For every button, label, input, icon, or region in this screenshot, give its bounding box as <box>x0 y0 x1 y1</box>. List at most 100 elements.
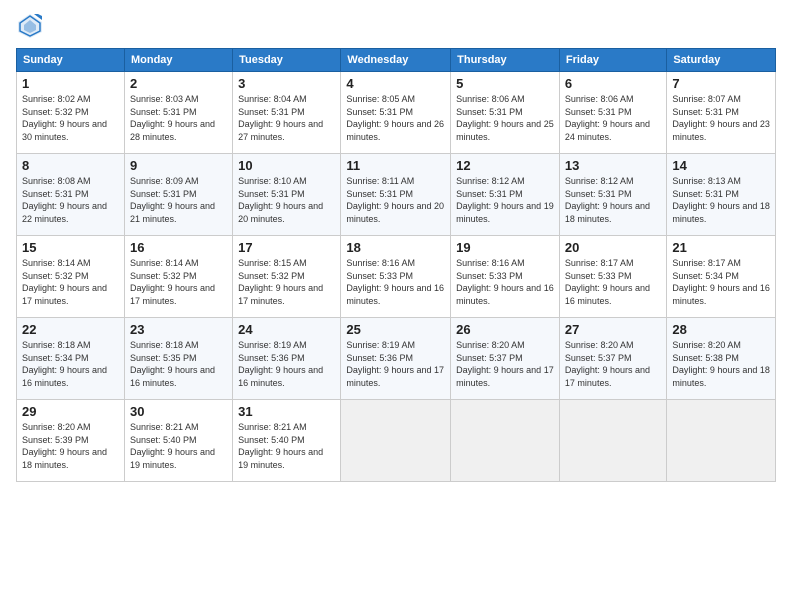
day-info: Sunrise: 8:08 AMSunset: 5:31 PMDaylight:… <box>22 176 107 224</box>
day-info: Sunrise: 8:10 AMSunset: 5:31 PMDaylight:… <box>238 176 323 224</box>
calendar-header-thursday: Thursday <box>451 49 560 72</box>
calendar-day-8: 8 Sunrise: 8:08 AMSunset: 5:31 PMDayligh… <box>17 154 125 236</box>
day-info: Sunrise: 8:16 AMSunset: 5:33 PMDaylight:… <box>456 258 554 306</box>
day-number: 15 <box>22 240 119 255</box>
calendar-day-12: 12 Sunrise: 8:12 AMSunset: 5:31 PMDaylig… <box>451 154 560 236</box>
day-number: 31 <box>238 404 335 419</box>
calendar-day-4: 4 Sunrise: 8:05 AMSunset: 5:31 PMDayligh… <box>341 72 451 154</box>
day-info: Sunrise: 8:19 AMSunset: 5:36 PMDaylight:… <box>238 340 323 388</box>
calendar-header-friday: Friday <box>559 49 666 72</box>
day-info: Sunrise: 8:02 AMSunset: 5:32 PMDaylight:… <box>22 94 107 142</box>
day-number: 28 <box>672 322 770 337</box>
day-number: 9 <box>130 158 227 173</box>
day-info: Sunrise: 8:03 AMSunset: 5:31 PMDaylight:… <box>130 94 215 142</box>
calendar-day-9: 9 Sunrise: 8:09 AMSunset: 5:31 PMDayligh… <box>124 154 232 236</box>
calendar-empty-cell <box>451 400 560 482</box>
day-info: Sunrise: 8:09 AMSunset: 5:31 PMDaylight:… <box>130 176 215 224</box>
day-info: Sunrise: 8:11 AMSunset: 5:31 PMDaylight:… <box>346 176 444 224</box>
header <box>16 12 776 40</box>
calendar-day-19: 19 Sunrise: 8:16 AMSunset: 5:33 PMDaylig… <box>451 236 560 318</box>
calendar-day-15: 15 Sunrise: 8:14 AMSunset: 5:32 PMDaylig… <box>17 236 125 318</box>
day-info: Sunrise: 8:12 AMSunset: 5:31 PMDaylight:… <box>456 176 554 224</box>
calendar-empty-cell <box>559 400 666 482</box>
day-info: Sunrise: 8:14 AMSunset: 5:32 PMDaylight:… <box>22 258 107 306</box>
day-info: Sunrise: 8:18 AMSunset: 5:35 PMDaylight:… <box>130 340 215 388</box>
day-number: 26 <box>456 322 554 337</box>
day-info: Sunrise: 8:07 AMSunset: 5:31 PMDaylight:… <box>672 94 770 142</box>
calendar-day-22: 22 Sunrise: 8:18 AMSunset: 5:34 PMDaylig… <box>17 318 125 400</box>
calendar-day-16: 16 Sunrise: 8:14 AMSunset: 5:32 PMDaylig… <box>124 236 232 318</box>
logo <box>16 12 48 40</box>
day-info: Sunrise: 8:14 AMSunset: 5:32 PMDaylight:… <box>130 258 215 306</box>
calendar-day-23: 23 Sunrise: 8:18 AMSunset: 5:35 PMDaylig… <box>124 318 232 400</box>
day-info: Sunrise: 8:12 AMSunset: 5:31 PMDaylight:… <box>565 176 650 224</box>
day-number: 16 <box>130 240 227 255</box>
calendar-day-31: 31 Sunrise: 8:21 AMSunset: 5:40 PMDaylig… <box>233 400 341 482</box>
calendar-day-17: 17 Sunrise: 8:15 AMSunset: 5:32 PMDaylig… <box>233 236 341 318</box>
calendar-day-26: 26 Sunrise: 8:20 AMSunset: 5:37 PMDaylig… <box>451 318 560 400</box>
day-info: Sunrise: 8:18 AMSunset: 5:34 PMDaylight:… <box>22 340 107 388</box>
calendar-week-2: 8 Sunrise: 8:08 AMSunset: 5:31 PMDayligh… <box>17 154 776 236</box>
day-number: 29 <box>22 404 119 419</box>
day-number: 19 <box>456 240 554 255</box>
day-number: 13 <box>565 158 661 173</box>
calendar-header-wednesday: Wednesday <box>341 49 451 72</box>
calendar-day-18: 18 Sunrise: 8:16 AMSunset: 5:33 PMDaylig… <box>341 236 451 318</box>
day-number: 12 <box>456 158 554 173</box>
day-info: Sunrise: 8:15 AMSunset: 5:32 PMDaylight:… <box>238 258 323 306</box>
day-number: 1 <box>22 76 119 91</box>
calendar-header-sunday: Sunday <box>17 49 125 72</box>
day-number: 7 <box>672 76 770 91</box>
calendar-day-1: 1 Sunrise: 8:02 AMSunset: 5:32 PMDayligh… <box>17 72 125 154</box>
calendar-day-30: 30 Sunrise: 8:21 AMSunset: 5:40 PMDaylig… <box>124 400 232 482</box>
calendar-day-3: 3 Sunrise: 8:04 AMSunset: 5:31 PMDayligh… <box>233 72 341 154</box>
day-number: 10 <box>238 158 335 173</box>
calendar-header-saturday: Saturday <box>667 49 776 72</box>
day-number: 22 <box>22 322 119 337</box>
day-info: Sunrise: 8:06 AMSunset: 5:31 PMDaylight:… <box>565 94 650 142</box>
day-number: 6 <box>565 76 661 91</box>
calendar-day-10: 10 Sunrise: 8:10 AMSunset: 5:31 PMDaylig… <box>233 154 341 236</box>
logo-icon <box>16 12 44 40</box>
day-info: Sunrise: 8:20 AMSunset: 5:37 PMDaylight:… <box>565 340 650 388</box>
calendar-header-row: SundayMondayTuesdayWednesdayThursdayFrid… <box>17 49 776 72</box>
calendar-week-3: 15 Sunrise: 8:14 AMSunset: 5:32 PMDaylig… <box>17 236 776 318</box>
calendar-day-14: 14 Sunrise: 8:13 AMSunset: 5:31 PMDaylig… <box>667 154 776 236</box>
day-info: Sunrise: 8:21 AMSunset: 5:40 PMDaylight:… <box>130 422 215 470</box>
calendar-day-13: 13 Sunrise: 8:12 AMSunset: 5:31 PMDaylig… <box>559 154 666 236</box>
day-number: 14 <box>672 158 770 173</box>
page-container: SundayMondayTuesdayWednesdayThursdayFrid… <box>0 0 792 490</box>
day-info: Sunrise: 8:20 AMSunset: 5:38 PMDaylight:… <box>672 340 770 388</box>
calendar-day-6: 6 Sunrise: 8:06 AMSunset: 5:31 PMDayligh… <box>559 72 666 154</box>
day-number: 2 <box>130 76 227 91</box>
calendar-day-25: 25 Sunrise: 8:19 AMSunset: 5:36 PMDaylig… <box>341 318 451 400</box>
day-info: Sunrise: 8:16 AMSunset: 5:33 PMDaylight:… <box>346 258 444 306</box>
day-number: 4 <box>346 76 445 91</box>
day-number: 3 <box>238 76 335 91</box>
calendar-empty-cell <box>341 400 451 482</box>
day-number: 17 <box>238 240 335 255</box>
calendar-header-tuesday: Tuesday <box>233 49 341 72</box>
calendar-day-27: 27 Sunrise: 8:20 AMSunset: 5:37 PMDaylig… <box>559 318 666 400</box>
day-number: 5 <box>456 76 554 91</box>
calendar-day-24: 24 Sunrise: 8:19 AMSunset: 5:36 PMDaylig… <box>233 318 341 400</box>
day-number: 27 <box>565 322 661 337</box>
day-number: 11 <box>346 158 445 173</box>
day-number: 18 <box>346 240 445 255</box>
calendar-empty-cell <box>667 400 776 482</box>
day-number: 8 <box>22 158 119 173</box>
day-number: 23 <box>130 322 227 337</box>
day-info: Sunrise: 8:05 AMSunset: 5:31 PMDaylight:… <box>346 94 444 142</box>
calendar-day-7: 7 Sunrise: 8:07 AMSunset: 5:31 PMDayligh… <box>667 72 776 154</box>
calendar-week-1: 1 Sunrise: 8:02 AMSunset: 5:32 PMDayligh… <box>17 72 776 154</box>
calendar-day-11: 11 Sunrise: 8:11 AMSunset: 5:31 PMDaylig… <box>341 154 451 236</box>
calendar-day-29: 29 Sunrise: 8:20 AMSunset: 5:39 PMDaylig… <box>17 400 125 482</box>
day-info: Sunrise: 8:06 AMSunset: 5:31 PMDaylight:… <box>456 94 554 142</box>
day-info: Sunrise: 8:21 AMSunset: 5:40 PMDaylight:… <box>238 422 323 470</box>
calendar-week-5: 29 Sunrise: 8:20 AMSunset: 5:39 PMDaylig… <box>17 400 776 482</box>
calendar-day-2: 2 Sunrise: 8:03 AMSunset: 5:31 PMDayligh… <box>124 72 232 154</box>
calendar: SundayMondayTuesdayWednesdayThursdayFrid… <box>16 48 776 482</box>
day-info: Sunrise: 8:20 AMSunset: 5:37 PMDaylight:… <box>456 340 554 388</box>
day-number: 24 <box>238 322 335 337</box>
day-number: 25 <box>346 322 445 337</box>
